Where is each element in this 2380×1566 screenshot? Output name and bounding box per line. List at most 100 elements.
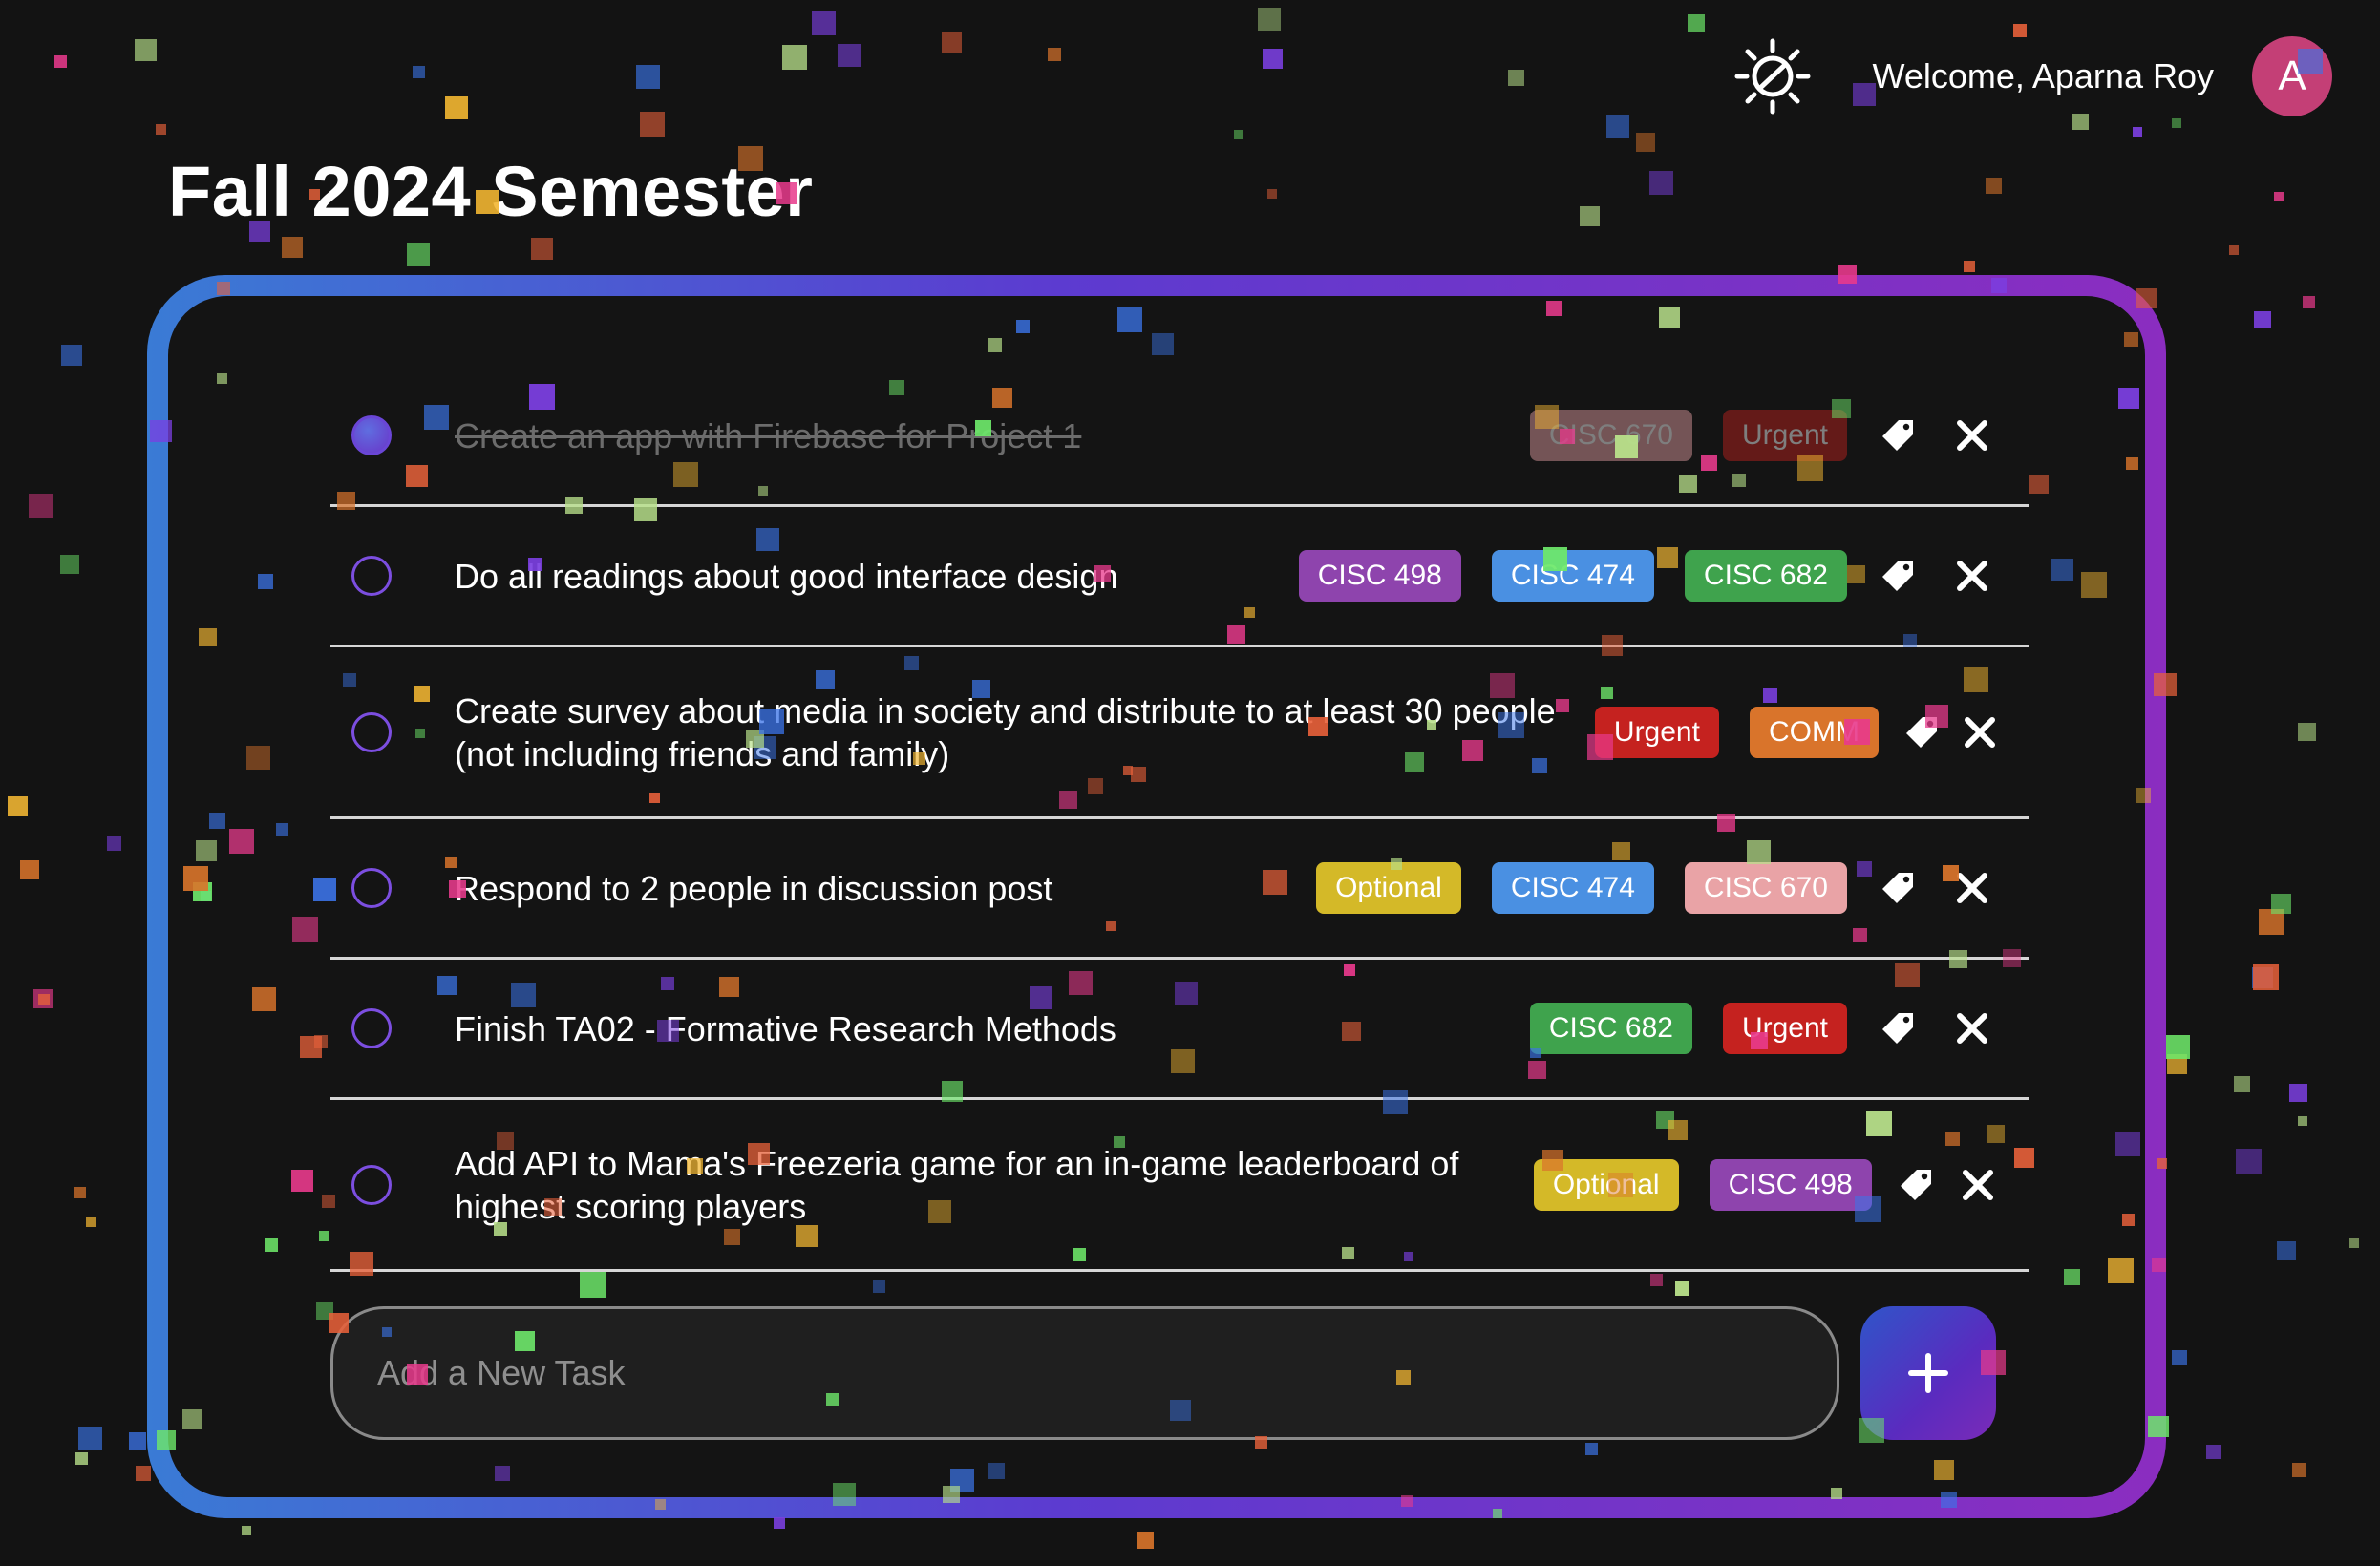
theme-toggle-button[interactable] xyxy=(1727,31,1818,122)
confetti-piece xyxy=(2259,909,2284,935)
add-tag-button[interactable] xyxy=(1897,1159,1936,1211)
confetti-piece xyxy=(1986,178,2002,194)
confetti-piece xyxy=(2206,1445,2221,1459)
confetti-piece xyxy=(1688,14,1705,32)
confetti-piece xyxy=(2236,1149,2262,1174)
tag-badge[interactable]: CISC 682 xyxy=(1529,1003,1692,1054)
confetti-piece xyxy=(129,1432,146,1450)
task-list: Create an app with Firebase for Project … xyxy=(330,367,2029,1272)
confetti-piece xyxy=(942,32,962,53)
confetti-piece xyxy=(2277,1241,2296,1260)
confetti-piece xyxy=(2172,1350,2187,1365)
tag-badge[interactable]: CISC 498 xyxy=(1298,550,1461,602)
tag-badge[interactable]: CISC 474 xyxy=(1491,862,1654,914)
theme-toggle-icon xyxy=(1734,38,1811,115)
close-icon xyxy=(1957,561,1987,591)
task-text: Finish TA02 - Formative Research Methods xyxy=(455,1008,1116,1048)
delete-task-button[interactable] xyxy=(1946,1003,1998,1054)
task-checkbox[interactable] xyxy=(351,711,392,752)
confetti-piece xyxy=(1636,133,1655,152)
delete-task-button[interactable] xyxy=(1963,707,1998,758)
task-row: Do all readings about good interface des… xyxy=(330,507,2029,647)
confetti-piece xyxy=(1263,49,1283,69)
tag-badge[interactable]: Optional xyxy=(1316,862,1461,914)
confetti-piece xyxy=(2229,245,2239,255)
confetti-piece xyxy=(1234,130,1243,139)
add-tag-button[interactable] xyxy=(1903,707,1940,758)
confetti-piece xyxy=(2292,1463,2306,1477)
task-tags: CISC 670 Urgent xyxy=(1529,410,1847,461)
confetti-piece xyxy=(838,44,861,67)
confetti-piece xyxy=(640,112,665,137)
close-icon xyxy=(1957,420,1987,451)
page-title: Fall 2024 Semester xyxy=(168,152,814,231)
confetti-piece xyxy=(2303,296,2315,308)
confetti-piece xyxy=(74,1187,86,1198)
task-checkbox[interactable] xyxy=(351,415,392,455)
confetti-piece xyxy=(2253,964,2279,990)
confetti-piece xyxy=(407,243,430,266)
tag-icon xyxy=(1882,873,1913,903)
confetti-piece xyxy=(2349,1238,2359,1248)
confetti-piece xyxy=(33,989,53,1008)
confetti-piece xyxy=(242,1526,251,1535)
add-tag-button[interactable] xyxy=(1872,410,1923,461)
task-panel: Create an app with Firebase for Project … xyxy=(147,275,2166,1518)
confetti-piece xyxy=(782,45,807,70)
task-text: Respond to 2 people in discussion post xyxy=(455,868,1053,908)
confetti-piece xyxy=(1964,261,1975,272)
tag-badge[interactable]: CISC 682 xyxy=(1684,550,1847,602)
task-checkbox[interactable] xyxy=(351,556,392,596)
tag-badge[interactable]: CISC 670 xyxy=(1529,410,1692,461)
add-tag-button[interactable] xyxy=(1872,1003,1923,1054)
delete-task-button[interactable] xyxy=(1946,410,1998,461)
tag-badge[interactable]: Urgent xyxy=(1722,1003,1847,1054)
task-tags: Optional CISC 474 CISC 670 xyxy=(1316,862,1847,914)
confetti-piece xyxy=(136,1466,151,1481)
task-checkbox[interactable] xyxy=(351,1164,392,1205)
task-checkbox[interactable] xyxy=(351,868,392,908)
task-checkbox[interactable] xyxy=(351,1008,392,1048)
avatar[interactable]: A xyxy=(2252,36,2332,116)
tag-badge[interactable]: Optional xyxy=(1533,1158,1679,1211)
delete-task-button[interactable] xyxy=(1946,862,1998,914)
add-tag-button[interactable] xyxy=(1872,862,1923,914)
task-tags: CISC 498 CISC 474 CISC 682 xyxy=(1298,550,1847,602)
tag-badge[interactable]: CISC 474 xyxy=(1491,550,1654,602)
new-task-input[interactable] xyxy=(330,1306,1839,1440)
confetti-piece xyxy=(61,345,82,366)
confetti-piece xyxy=(2254,311,2271,328)
task-row: Create survey about media in society and… xyxy=(330,647,2029,819)
confetti-piece xyxy=(60,555,79,574)
tag-icon xyxy=(1901,1169,1932,1200)
confetti-piece xyxy=(1258,8,1281,31)
tag-badge[interactable]: CISC 670 xyxy=(1684,862,1847,914)
delete-task-button[interactable] xyxy=(1946,550,1998,602)
confetti-piece xyxy=(2167,1054,2187,1074)
task-tags: Urgent COMM xyxy=(1594,706,1879,758)
task-tags: CISC 682 Urgent xyxy=(1529,1003,1847,1054)
task-panel-inner: Create an app with Firebase for Project … xyxy=(168,296,2145,1497)
tag-badge[interactable]: Urgent xyxy=(1722,410,1847,461)
confetti-piece xyxy=(2289,1084,2307,1102)
confetti-piece xyxy=(1580,206,1600,226)
confetti-piece xyxy=(774,1517,785,1529)
tag-badge[interactable]: COMM xyxy=(1749,706,1879,758)
tag-badge[interactable]: CISC 498 xyxy=(1709,1158,1872,1211)
confetti-piece xyxy=(107,836,121,851)
close-icon xyxy=(1957,873,1987,903)
confetti-piece xyxy=(812,11,836,35)
task-text: Create an app with Firebase for Project … xyxy=(455,415,1082,455)
confetti-piece xyxy=(636,65,660,89)
delete-task-button[interactable] xyxy=(1959,1159,1998,1211)
confetti-piece xyxy=(86,1217,96,1227)
task-row: Create an app with Firebase for Project … xyxy=(330,367,2029,507)
confetti-piece xyxy=(75,1452,88,1465)
add-tag-button[interactable] xyxy=(1872,550,1923,602)
tag-badge[interactable]: Urgent xyxy=(1594,706,1719,758)
add-task-button[interactable] xyxy=(1860,1306,1996,1440)
task-text: Do all readings about good interface des… xyxy=(455,556,1118,596)
confetti-piece xyxy=(2133,127,2142,137)
task-row: Respond to 2 people in discussion post Op… xyxy=(330,819,2029,960)
confetti-piece xyxy=(135,39,157,61)
